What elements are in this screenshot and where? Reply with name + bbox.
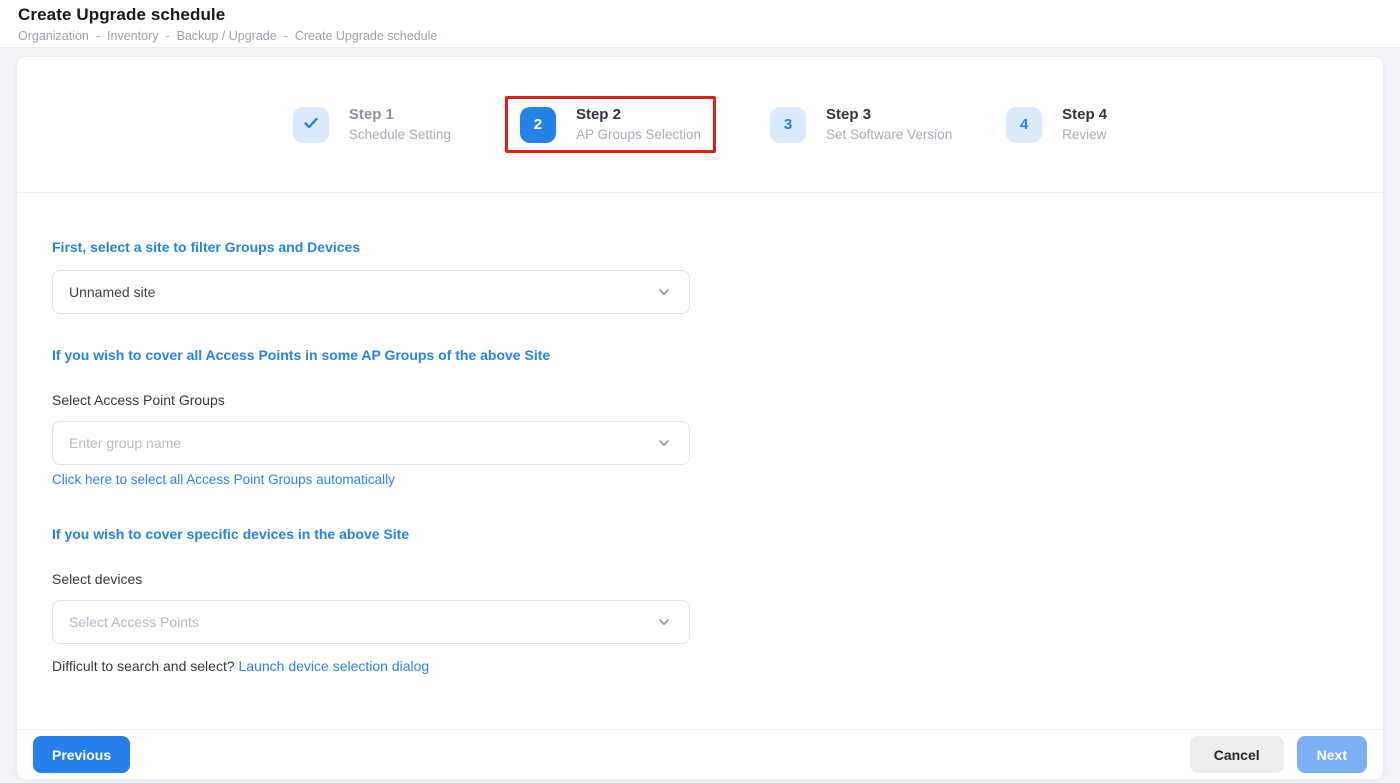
devices-section-heading: If you wish to cover specific devices in…	[52, 526, 1348, 542]
devices-select-label: Select devices	[52, 571, 1348, 587]
step-4-box: 4	[1006, 107, 1042, 143]
step-4-title: Step 4	[1062, 106, 1107, 124]
step-2-form: First, select a site to filter Groups an…	[17, 193, 1383, 729]
stepper-step-2[interactable]: 2 Step 2 AP Groups Selection	[520, 106, 701, 143]
wizard-stepper: Step 1 Schedule Setting 2 Step 2 AP Grou…	[17, 57, 1383, 193]
breadcrumb-item-organization[interactable]: Organization	[18, 29, 89, 43]
check-icon	[302, 114, 320, 136]
site-select[interactable]: Unnamed site	[52, 270, 690, 314]
launch-device-dialog-link[interactable]: Launch device selection dialog	[239, 658, 430, 674]
device-dialog-hint: Difficult to search and select? Launch d…	[52, 658, 1348, 674]
chevron-down-icon	[657, 285, 671, 299]
breadcrumb: Organization - Inventory - Backup / Upgr…	[18, 29, 1382, 43]
chevron-down-icon	[657, 615, 671, 629]
stepper-step-3[interactable]: 3 Step 3 Set Software Version	[770, 106, 952, 143]
wizard-card: Step 1 Schedule Setting 2 Step 2 AP Grou…	[17, 57, 1383, 779]
groups-select-label: Select Access Point Groups	[52, 392, 1348, 408]
step-3-text: Step 3 Set Software Version	[826, 106, 952, 143]
step-3-subtitle: Set Software Version	[826, 127, 952, 143]
device-dialog-hint-text: Difficult to search and select?	[52, 658, 235, 674]
breadcrumb-item-inventory[interactable]: Inventory	[107, 29, 158, 43]
breadcrumb-item-backup-upgrade[interactable]: Backup / Upgrade	[177, 29, 277, 43]
step-1-subtitle: Schedule Setting	[349, 127, 451, 143]
step-1-text: Step 1 Schedule Setting	[349, 106, 451, 143]
step-2-title: Step 2	[576, 106, 701, 124]
devices-select-placeholder: Select Access Points	[69, 614, 199, 630]
step-2-highlight-annotation: 2 Step 2 AP Groups Selection	[505, 96, 716, 153]
chevron-down-icon	[657, 436, 671, 450]
select-all-groups-link[interactable]: Click here to select all Access Point Gr…	[52, 472, 395, 487]
groups-section-heading: If you wish to cover all Access Points i…	[52, 347, 1348, 363]
stepper-step-4[interactable]: 4 Step 4 Review	[1006, 106, 1107, 143]
step-3-title: Step 3	[826, 106, 952, 124]
devices-select[interactable]: Select Access Points	[52, 600, 690, 644]
ap-groups-select[interactable]: Enter group name	[52, 421, 690, 465]
ap-groups-select-placeholder: Enter group name	[69, 435, 181, 451]
step-4-subtitle: Review	[1062, 127, 1107, 143]
site-section-heading: First, select a site to filter Groups an…	[52, 239, 1348, 255]
wizard-footer: Previous Cancel Next	[17, 729, 1383, 779]
breadcrumb-separator: -	[284, 29, 288, 43]
page-title: Create Upgrade schedule	[18, 5, 1382, 25]
step-2-text: Step 2 AP Groups Selection	[576, 106, 701, 143]
breadcrumb-separator: -	[165, 29, 169, 43]
stepper-step-1[interactable]: Step 1 Schedule Setting	[293, 106, 451, 143]
step-4-text: Step 4 Review	[1062, 106, 1107, 143]
site-select-value: Unnamed site	[69, 284, 155, 300]
step-2-box: 2	[520, 107, 556, 143]
step-1-title: Step 1	[349, 106, 451, 124]
previous-button[interactable]: Previous	[33, 736, 130, 773]
breadcrumb-separator: -	[96, 29, 100, 43]
next-button[interactable]: Next	[1297, 736, 1367, 773]
breadcrumb-item-current: Create Upgrade schedule	[295, 29, 437, 43]
step-3-box: 3	[770, 107, 806, 143]
cancel-button[interactable]: Cancel	[1190, 736, 1284, 773]
page-header: Create Upgrade schedule Organization - I…	[0, 0, 1400, 48]
step-2-subtitle: AP Groups Selection	[576, 127, 701, 143]
step-1-box	[293, 107, 329, 143]
